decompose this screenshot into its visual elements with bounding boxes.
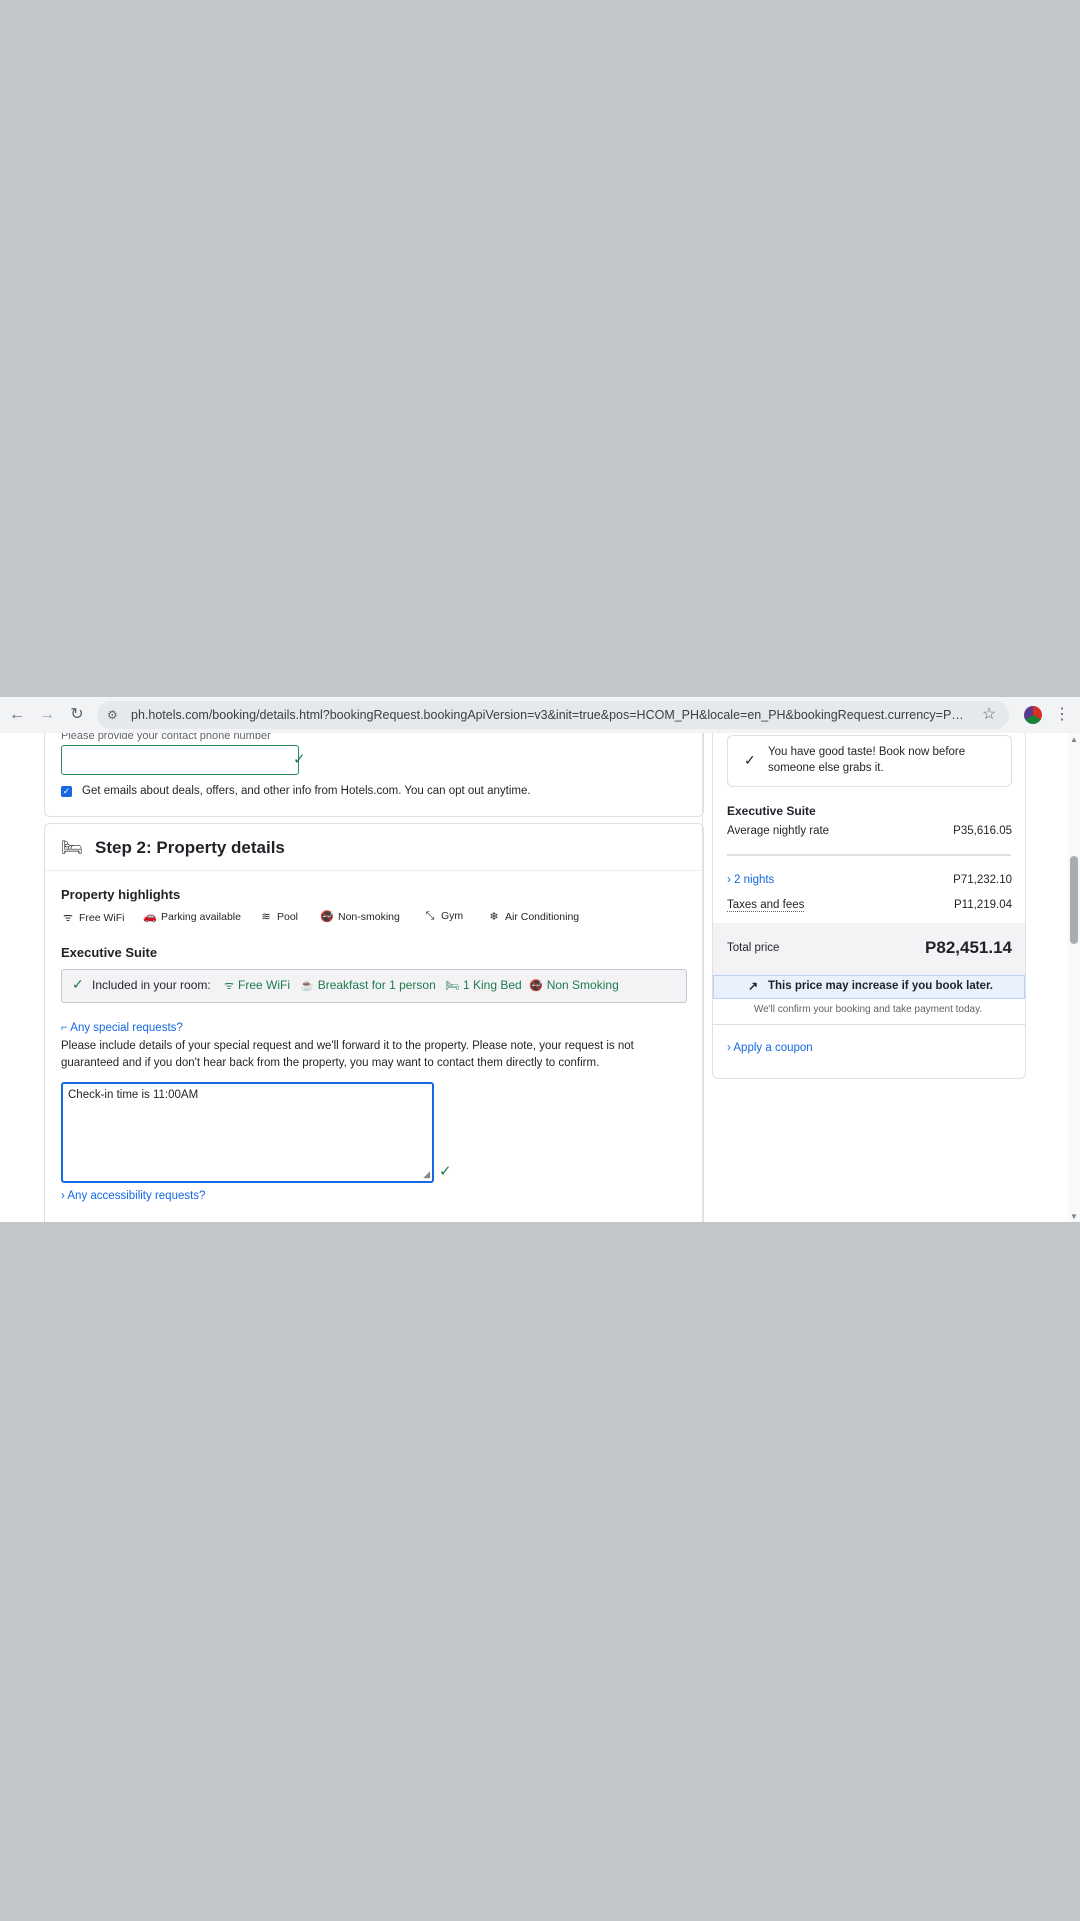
column-divider [702, 733, 703, 1222]
email-optin-checkbox[interactable]: ✓ [61, 786, 72, 797]
highlight-parking: 🚗 Parking available [143, 911, 241, 923]
price-summary-card: ✓ You have good taste! Book now before s… [712, 733, 1026, 1079]
wifi-icon: ᯤ [62, 912, 74, 924]
good-taste-banner: ✓ You have good taste! Book now before s… [727, 735, 1012, 787]
browser-window: ← → ↻ ⚙ ph.hotels.com/booking/details.ht… [0, 697, 1080, 1222]
bed-icon: 🛏 [61, 838, 83, 857]
taxes-label[interactable]: Taxes and fees [727, 899, 805, 912]
profile-avatar[interactable] [1024, 706, 1042, 724]
page-content: Please provide your contact phone number… [0, 733, 1068, 1222]
avg-rate-label: Average nightly rate [727, 825, 830, 837]
check-icon: ✓ [744, 752, 756, 768]
check-icon: ✓ [72, 976, 84, 992]
summary-room-name: Executive Suite [727, 804, 816, 818]
confirm-note: We'll confirm your booking and take paym… [753, 1004, 983, 1015]
highlight-pool: ≋ Pool [259, 910, 298, 923]
request-valid-check-icon: ✓ [439, 1163, 452, 1180]
price-increase-warning: ↗ This price may increase if you book la… [713, 975, 1025, 999]
divider [727, 854, 1011, 856]
no-smoking-icon: 🚭 [529, 980, 543, 992]
gym-icon: ⤡ [425, 910, 435, 922]
contact-card: Please provide your contact phone number… [44, 733, 704, 817]
address-bar[interactable]: ⚙ ph.hotels.com/booking/details.html?boo… [97, 701, 1009, 729]
reload-icon[interactable]: ↻ [67, 705, 87, 725]
included-bed: 🛏 1 King Bed [445, 978, 522, 992]
scrollbar-thumb[interactable] [1070, 856, 1078, 944]
pool-icon: ≋ [261, 911, 271, 923]
highlight-wifi: ᯤ Free WiFi [62, 912, 125, 924]
browser-toolbar: ← → ↻ ⚙ ph.hotels.com/booking/details.ht… [0, 697, 1080, 733]
scroll-down-arrow-icon[interactable]: ▼ [1068, 1212, 1080, 1222]
scroll-up-arrow-icon[interactable]: ▲ [1068, 735, 1080, 745]
more-menu-icon[interactable]: ⋮ [1054, 705, 1070, 725]
phone-label: Please provide your contact phone number [61, 733, 271, 742]
chevron-down-icon: ⌐ [61, 1022, 71, 1034]
chevron-right-icon: › [727, 874, 735, 886]
taxes-value: P11,219.04 [954, 899, 1012, 911]
site-settings-icon[interactable]: ⚙ [107, 706, 123, 724]
special-requests-toggle[interactable]: ⌐ Any special requests? [61, 1022, 183, 1034]
phone-input[interactable] [61, 745, 299, 775]
url-text[interactable]: ph.hotels.com/booking/details.html?booki… [131, 708, 966, 722]
included-nonsmoking: 🚭 Non Smoking [529, 978, 619, 992]
highlight-nonsmoking: 🚭 Non-smoking [320, 911, 400, 923]
nights-breakdown-toggle[interactable]: › 2 nights [727, 874, 774, 886]
bookmark-star-icon[interactable]: ☆ [979, 705, 999, 725]
divider [45, 870, 703, 871]
total-value: P82,451.14 [925, 938, 1012, 957]
bed-icon: 🛏 [445, 980, 459, 992]
email-optin-label: Get emails about deals, offers, and othe… [82, 785, 531, 797]
vertical-scrollbar[interactable]: ▲ ▼ [1068, 733, 1080, 1222]
snowflake-icon: ❄ [489, 911, 499, 923]
no-smoking-icon: 🚭 [320, 911, 334, 923]
room-name: Executive Suite [61, 945, 158, 960]
nights-value: P71,232.10 [953, 874, 1012, 886]
included-breakfast: ☕ Breakfast for 1 person [300, 978, 436, 992]
special-requests-info: Please include details of your special r… [61, 1040, 634, 1069]
total-price-row: Total price P82,451.14 [713, 923, 1025, 975]
apply-coupon-link[interactable]: › Apply a coupon [727, 1042, 813, 1054]
property-highlights-heading: Property highlights [61, 887, 181, 902]
price-warning-text: This price may increase if you book late… [768, 980, 993, 992]
good-taste-message: You have good taste! Book now before som… [768, 746, 966, 774]
highlight-gym: ⤡ Gym [423, 910, 464, 923]
phone-valid-check-icon: ✓ [293, 751, 306, 768]
total-label: Total price [727, 942, 780, 954]
highlight-aircon: ❄ Air Conditioning [487, 910, 579, 923]
special-requests-textarea[interactable]: Check-in time is 11:00AM ◢ [61, 1082, 434, 1183]
back-icon[interactable]: ← [7, 705, 27, 725]
included-banner: ✓ Included in your room: ᯤ Free WiFi ☕ Bre… [61, 969, 687, 1003]
step2-title: Step 2: Property details [95, 838, 285, 857]
wifi-icon: ᯤ [224, 980, 235, 992]
forward-icon[interactable]: → [37, 705, 57, 725]
property-details-card: 🛏 Step 2: Property details Property high… [44, 823, 704, 1222]
included-wifi: ᯤ Free WiFi [224, 978, 291, 992]
divider [713, 1024, 1025, 1025]
highlights-row: ᯤ Free WiFi 🚗 Parking available ≋ Pool 🚭 Non… [61, 910, 681, 926]
included-label: Included in your room: [92, 978, 211, 992]
avg-rate-value: P35,616.05 [953, 825, 1012, 837]
accessibility-requests-toggle[interactable]: › Any accessibility requests? [61, 1190, 205, 1202]
trending-up-icon: ↗ [748, 979, 759, 993]
car-icon: 🚗 [143, 911, 157, 923]
resize-handle[interactable]: ◢ [423, 1169, 430, 1180]
coffee-icon: ☕ [300, 980, 314, 992]
